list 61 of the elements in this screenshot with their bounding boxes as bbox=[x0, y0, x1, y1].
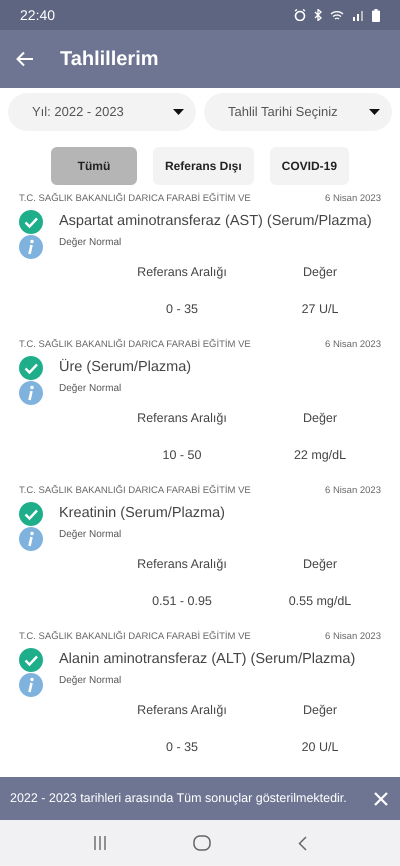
status-note: Değer Normal bbox=[59, 674, 122, 688]
alarm-icon bbox=[294, 9, 306, 21]
info-icon bbox=[19, 527, 43, 552]
filter-chip[interactable]: Referans Dışı bbox=[152, 147, 254, 185]
dropdown[interactable]: Yıl: 2022 - 2023 bbox=[8, 93, 196, 131]
test-name: Kreatinin (Serum/Plazma) bbox=[59, 504, 225, 524]
snackbar-message: 2022 - 2023 tarihleri arasında Tüm sonuçlar gösterilmektedir. bbox=[10, 790, 347, 808]
dropdown[interactable]: Tahlil Tarihi Seçiniz bbox=[204, 93, 392, 131]
column-label: Referans Aralığı bbox=[137, 556, 227, 574]
result-date: 6 Nisan 2023 bbox=[325, 192, 381, 206]
column-label: Değer bbox=[302, 556, 338, 574]
bluetooth-icon bbox=[314, 9, 322, 21]
dropdown-caret-icon bbox=[369, 109, 380, 115]
result-value: 22 mg/dL bbox=[294, 447, 346, 464]
screen-title: Tahlillerim bbox=[60, 47, 159, 71]
back-arrow-icon bbox=[16, 51, 34, 67]
column-label: Değer bbox=[302, 264, 338, 282]
institution-name: T.C. SAĞLIK BAKANLIĞI DARICA FARABİ EĞİTİM VE bbox=[19, 630, 251, 644]
home-icon bbox=[193, 835, 212, 851]
signal-icon bbox=[352, 10, 364, 20]
reference-range: 0 - 35 bbox=[166, 739, 198, 756]
wifi-icon bbox=[330, 10, 344, 20]
close-button[interactable] bbox=[374, 792, 388, 806]
column-label: Referans Aralığı bbox=[137, 702, 227, 720]
result-date: 6 Nisan 2023 bbox=[325, 338, 381, 352]
status-note: Değer Normal bbox=[59, 236, 122, 250]
result-value: 20 U/L bbox=[302, 739, 338, 756]
reference-range: 10 - 50 bbox=[162, 447, 202, 464]
column-label: Referans Aralığı bbox=[137, 410, 227, 428]
column-label: Değer bbox=[302, 410, 338, 428]
filter-chip[interactable]: COVID-19 bbox=[270, 147, 350, 185]
back-button[interactable] bbox=[16, 51, 34, 67]
recent-apps-button[interactable] bbox=[93, 836, 108, 850]
institution-name: T.C. SAĞLIK BAKANLIĞI DARICA FARABİ EĞİTİM VE bbox=[19, 192, 251, 206]
test-name: Aspartat aminotransferaz (AST) (Serum/Plazma) bbox=[59, 212, 372, 232]
institution-name: T.C. SAĞLIK BAKANLIĞI DARICA FARABİ EĞİTİM VE bbox=[19, 338, 251, 352]
back-nav-button[interactable] bbox=[298, 836, 307, 850]
filter-chip[interactable]: Tümü bbox=[50, 147, 137, 185]
test-name: Alanin aminotransferaz (ALT) (Serum/Plazma) bbox=[59, 650, 356, 670]
info-icon bbox=[19, 235, 43, 260]
info-icon bbox=[19, 381, 43, 406]
institution-name: T.C. SAĞLIK BAKANLIĞI DARICA FARABİ EĞİTİM VE bbox=[19, 484, 251, 498]
reference-range: 0.51 - 0.95 bbox=[152, 593, 212, 610]
status-note: Değer Normal bbox=[59, 382, 122, 396]
home-button[interactable] bbox=[193, 835, 212, 851]
column-label: Referans Aralığı bbox=[137, 264, 227, 282]
test-name: Üre (Serum/Plazma) bbox=[59, 358, 192, 378]
battery-icon bbox=[372, 8, 380, 22]
back-chevron-icon bbox=[298, 836, 307, 850]
result-date: 6 Nisan 2023 bbox=[325, 484, 381, 498]
result-date: 6 Nisan 2023 bbox=[325, 630, 381, 644]
result-value: 27 U/L bbox=[302, 301, 338, 318]
result-value: 0.55 mg/dL bbox=[288, 593, 352, 610]
status-note: Değer Normal bbox=[59, 528, 122, 542]
close-icon bbox=[374, 792, 388, 806]
column-label: Değer bbox=[302, 702, 338, 720]
clock-time: 22:40 bbox=[20, 6, 56, 24]
recent-apps-icon bbox=[93, 836, 108, 850]
reference-range: 0 - 35 bbox=[166, 301, 198, 318]
dropdown-caret-icon bbox=[173, 109, 184, 115]
info-icon bbox=[19, 673, 43, 698]
